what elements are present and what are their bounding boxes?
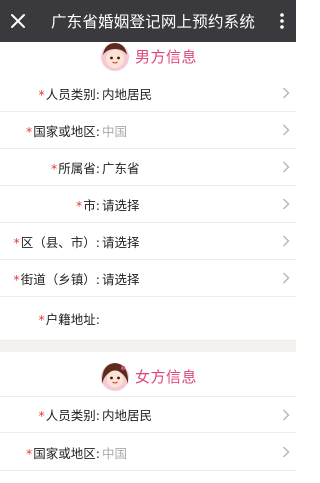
required-mark: * <box>51 160 58 176</box>
row-label: 户籍地址: <box>45 311 100 327</box>
row-value: 中国 <box>102 123 128 139</box>
required-mark: * <box>38 408 45 423</box>
section-divider <box>0 340 296 352</box>
male-row-province[interactable]: *所属省: 广东省 <box>0 149 296 186</box>
required-mark: * <box>38 311 45 327</box>
row-label: 市: <box>83 197 100 213</box>
required-mark: * <box>76 197 83 213</box>
bride-avatar-icon <box>100 363 129 391</box>
required-mark: * <box>26 123 33 139</box>
row-label: 街道（乡镇）: <box>20 271 100 287</box>
male-row-district[interactable]: *区（县、市）: 请选择 <box>0 223 296 260</box>
chevron-right-icon <box>276 87 296 99</box>
row-value: 请选择 <box>102 197 140 213</box>
top-bar: 广东省婚姻登记网上预约系统 <box>0 0 296 42</box>
chevron-right-icon <box>276 409 296 421</box>
female-row-country[interactable]: *国家或地区: 中国 <box>0 434 296 471</box>
more-menu-button[interactable] <box>268 0 296 42</box>
male-section-header: 男方信息 <box>0 38 296 74</box>
female-row-category[interactable]: *人员类别: 内地居民 <box>0 396 296 433</box>
chevron-right-icon <box>276 161 296 173</box>
chevron-right-icon <box>276 198 296 210</box>
row-label: 所属省: <box>58 160 100 176</box>
row-value: 请选择 <box>102 271 140 287</box>
male-row-street[interactable]: *街道（乡镇）: 请选择 <box>0 260 296 297</box>
male-row-address: *户籍地址: <box>0 297 296 339</box>
female-section-title: 女方信息 <box>134 367 197 386</box>
row-label: 国家或地区: <box>33 123 100 139</box>
row-value: 内地居民 <box>102 86 153 102</box>
required-mark: * <box>26 445 33 461</box>
male-row-country[interactable]: *国家或地区: 中国 <box>0 112 296 149</box>
male-row-category[interactable]: *人员类别: 内地居民 <box>0 75 296 112</box>
close-button[interactable] <box>0 0 36 42</box>
required-mark: * <box>13 234 20 250</box>
row-value: 广东省 <box>102 160 140 176</box>
chevron-right-icon <box>276 235 296 247</box>
chevron-right-icon <box>276 272 296 284</box>
row-label: 区（县、市）: <box>20 234 100 250</box>
row-label: 人员类别: <box>45 408 100 423</box>
female-section-header: 女方信息 <box>0 358 296 394</box>
male-section-title: 男方信息 <box>134 47 197 66</box>
male-row-city[interactable]: *市: 请选择 <box>0 186 296 223</box>
row-value: 内地居民 <box>102 408 153 423</box>
row-value: 中国 <box>102 445 128 461</box>
required-mark: * <box>38 86 45 102</box>
required-mark: * <box>13 271 20 287</box>
chevron-right-icon <box>276 124 296 136</box>
groom-avatar-icon <box>100 43 129 71</box>
page-title: 广东省婚姻登记网上预约系统 <box>50 13 256 31</box>
more-vertical-icon <box>280 13 284 29</box>
chevron-right-icon <box>276 446 296 458</box>
close-icon <box>11 14 25 28</box>
row-label: 人员类别: <box>45 86 100 102</box>
row-value: 请选择 <box>102 234 140 250</box>
row-label: 国家或地区: <box>33 445 100 461</box>
